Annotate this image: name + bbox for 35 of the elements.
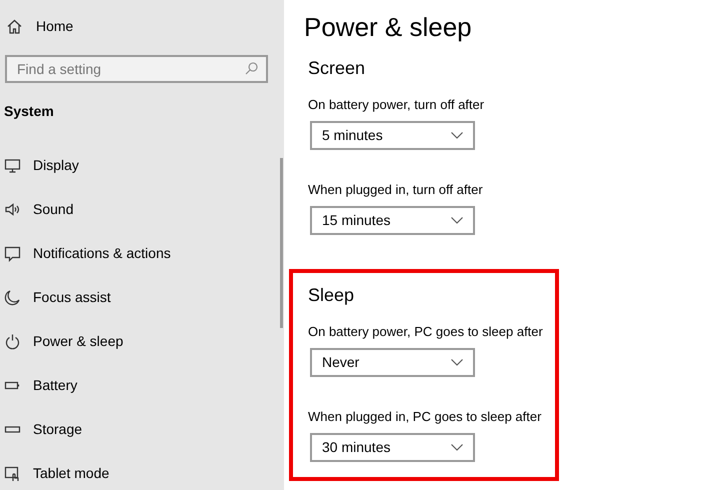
sidebar-item[interactable]: Power & sleep [0,319,276,363]
setting-label: On battery power, PC goes to sleep after [308,323,544,341]
dropdown[interactable]: 15 minutes [310,206,475,235]
speech-bubble-icon [4,244,21,262]
home-link[interactable]: Home [0,16,284,37]
sidebar-item[interactable]: Notifications & actions [0,231,276,275]
display-icon [4,156,21,174]
chevron-icon [451,444,463,451]
sidebar-item[interactable]: Storage [0,407,276,451]
power-icon [4,332,21,350]
setting-label: When plugged in, PC goes to sleep after [308,408,542,426]
sidebar-item[interactable]: Tablet mode [0,451,276,490]
chevron-icon [451,359,463,366]
chevron-icon [451,132,463,139]
chevron-icon [451,217,463,224]
page-title: Power & sleep [304,11,473,44]
search-field[interactable]: Find a setting [5,55,268,83]
search-icon[interactable] [245,62,258,75]
sidebar-item[interactable]: Display [0,143,276,187]
dropdown[interactable]: Never [310,348,475,377]
dropdown[interactable]: 5 minutes [310,121,475,150]
section-title: System [4,102,55,121]
speaker-icon [4,200,21,218]
home-icon [6,18,23,35]
section-heading: Screen [308,57,366,80]
setting-label: When plugged in, turn off after [308,181,484,199]
tablet-icon [4,464,21,482]
dropdown[interactable]: 30 minutes [310,433,475,462]
moon-icon [4,288,21,306]
setting-label: On battery power, turn off after [308,96,486,114]
sidebar-item[interactable]: Battery [0,363,276,407]
section-heading: Sleep [308,284,356,307]
sidebar-item[interactable]: Focus assist [0,275,276,319]
scrollbar[interactable] [280,158,283,328]
sidebar-item[interactable]: Sound [0,187,276,231]
